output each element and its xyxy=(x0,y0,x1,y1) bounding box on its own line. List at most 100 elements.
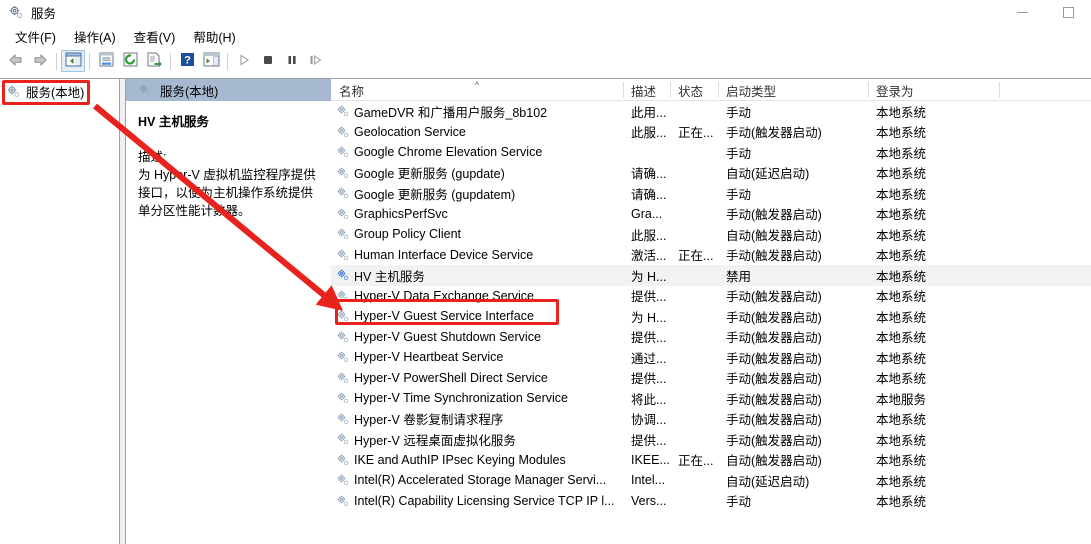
show-hide-tree-button[interactable] xyxy=(61,50,85,72)
table-row[interactable]: Google 更新服务 (gupdate) 请确... 自动(延迟启动) 本地系统 xyxy=(331,163,1091,184)
pause-service-button[interactable] xyxy=(280,50,304,72)
table-row[interactable]: Google 更新服务 (gupdatem) 请确... 手动 本地系统 xyxy=(331,183,1091,204)
table-row[interactable]: Hyper-V Time Synchronization Service 将此..… xyxy=(331,388,1091,409)
details-header-label: 服务(本地) xyxy=(160,84,219,99)
column-name-label: 名称 xyxy=(339,84,365,99)
column-status[interactable]: 状态 xyxy=(670,79,718,101)
menu-help[interactable]: 帮助(H) xyxy=(184,25,244,48)
console-tree-pane: 服务(本地) xyxy=(0,78,120,544)
start-service-button[interactable] xyxy=(232,50,256,72)
cell-log-on-as: 本地系统 xyxy=(876,228,927,243)
service-name-text: Google 更新服务 (gupdatem) xyxy=(354,187,516,202)
maximize-button[interactable] xyxy=(1045,0,1091,24)
table-row[interactable]: Google Chrome Elevation Service 手动 本地系统 xyxy=(331,142,1091,163)
cell-status: 正在... xyxy=(678,126,714,141)
table-row[interactable]: GameDVR 和广播用户服务_8b102 此用... 手动 本地系统 xyxy=(331,101,1091,122)
stop-service-button[interactable] xyxy=(256,50,280,72)
cell-description: 提供... xyxy=(631,433,667,448)
table-row[interactable]: Hyper-V PowerShell Direct Service 提供... 手动… xyxy=(331,368,1091,389)
list-body[interactable]: GameDVR 和广播用户服务_8b102 此用... 手动 本地系统 Geolocat… xyxy=(331,101,1091,544)
cell-startup-type: 手动(触发器启动) xyxy=(726,392,822,407)
table-row[interactable]: Intel(R) Accelerated Storage Manager Ser… xyxy=(331,470,1091,491)
back-icon xyxy=(7,52,25,71)
show-action-pane-button[interactable] xyxy=(199,50,223,72)
cell-log-on-as: 本地系统 xyxy=(876,249,927,264)
table-row[interactable]: Hyper-V 远程桌面虚拟化服务 提供... 手动(触发器启动) 本地系统 xyxy=(331,429,1091,450)
column-name[interactable]: 名称 ^ xyxy=(331,79,623,101)
table-row[interactable]: Hyper-V Guest Shutdown Service 提供... 手动(触发… xyxy=(331,327,1091,348)
selected-service-title: HV 主机服务 xyxy=(138,115,209,129)
service-name-text: Hyper-V PowerShell Direct Service xyxy=(354,370,548,385)
service-name-text: GameDVR 和广播用户服务_8b102 xyxy=(354,105,548,120)
refresh-button[interactable] xyxy=(118,50,142,72)
cell-description: 此服... xyxy=(631,228,667,243)
toolbar-separator-4 xyxy=(227,52,228,70)
menu-bar: 文件(F) 操作(A) 查看(V) 帮助(H) xyxy=(0,24,1091,48)
table-row[interactable]: Hyper-V Guest Service Interface 为 H... 手动(… xyxy=(331,306,1091,327)
column-startup-type-label: 启动类型 xyxy=(726,84,777,99)
properties-button[interactable] xyxy=(94,50,118,72)
cell-startup-type: 自动(触发器启动) xyxy=(726,228,822,243)
cell-description: Intel... xyxy=(631,473,666,488)
column-log-on-as[interactable]: 登录为 xyxy=(868,79,999,101)
cell-description: 请确... xyxy=(631,187,667,202)
services-window: 服务 文件(F) 操作(A) 查看(V) 帮助(H) ? 服务(本地) 服务(本… xyxy=(0,0,1091,544)
cell-log-on-as: 本地系统 xyxy=(876,433,927,448)
minimize-button[interactable] xyxy=(999,0,1045,24)
column-status-label: 状态 xyxy=(678,84,704,99)
restart-service-button[interactable] xyxy=(304,50,328,72)
table-row[interactable]: HV 主机服务 为 H... 禁用 本地系统 xyxy=(331,265,1091,286)
cell-log-on-as: 本地系统 xyxy=(876,372,927,387)
cell-name: Google 更新服务 (gupdate) xyxy=(331,163,623,182)
cell-startup-type: 自动(延迟启动) xyxy=(726,474,810,489)
cell-name: Hyper-V Heartbeat Service xyxy=(331,350,623,364)
cell-name: Hyper-V PowerShell Direct Service xyxy=(331,371,623,385)
table-row[interactable]: Hyper-V 卷影复制请求程序 协调... 手动(触发器启动) 本地系统 xyxy=(331,409,1091,430)
cell-name: Intel(R) Capability Licensing Service TC… xyxy=(331,494,623,508)
menu-file[interactable]: 文件(F) xyxy=(6,25,65,48)
cell-log-on-as: 本地系统 xyxy=(876,126,927,141)
table-row[interactable]: Intel(R) Capability Licensing Service TC… xyxy=(331,491,1091,512)
table-row[interactable]: IKE and AuthIP IPsec Keying Modules IKEE.… xyxy=(331,450,1091,471)
table-row[interactable]: Group Policy Client 此服... 自动(触发器启动) 本地系统 xyxy=(331,224,1091,245)
column-startup-type[interactable]: 启动类型 xyxy=(718,79,868,101)
cell-description: 通过... xyxy=(631,351,667,366)
cell-name: Hyper-V 远程桌面虚拟化服务 xyxy=(331,430,623,449)
table-row[interactable]: Hyper-V Data Exchange Service 提供... 手动(触发器… xyxy=(331,286,1091,307)
cell-startup-type: 手动(触发器启动) xyxy=(726,249,822,264)
menu-action[interactable]: 操作(A) xyxy=(65,25,125,48)
menu-view[interactable]: 查看(V) xyxy=(125,25,185,48)
main-split: 服务(本地) 服务(本地) HV 主机服务 描述: 为 Hyper-V 虚拟机监… xyxy=(0,78,1091,544)
maximize-icon xyxy=(1062,6,1074,18)
service-details-panel: 服务(本地) HV 主机服务 描述: 为 Hyper-V 虚拟机监控程序提供接口… xyxy=(126,79,331,544)
cell-startup-type: 手动(触发器启动) xyxy=(726,310,822,325)
description-label: 描述: xyxy=(138,150,167,164)
cell-status: 正在... xyxy=(678,249,714,264)
details-header: 服务(本地) xyxy=(126,79,331,101)
column-description-label: 描述 xyxy=(631,84,657,99)
export-list-button[interactable] xyxy=(142,50,166,72)
cell-log-on-as: 本地系统 xyxy=(876,105,927,120)
column-description[interactable]: 描述 xyxy=(623,79,670,101)
forward-icon xyxy=(31,52,49,71)
back-button[interactable] xyxy=(4,50,28,72)
title-bar: 服务 xyxy=(0,0,1091,24)
window-title: 服务 xyxy=(31,6,57,21)
cell-description: 提供... xyxy=(631,331,667,346)
restart-icon xyxy=(308,53,324,70)
table-row[interactable]: Geolocation Service 此服... 正在... 手动(触发器启动) 本地… xyxy=(331,122,1091,143)
tree-item-services-local[interactable]: 服务(本地) xyxy=(0,82,119,101)
cell-log-on-as: 本地系统 xyxy=(876,495,927,510)
cell-startup-type: 手动(触发器启动) xyxy=(726,372,822,387)
cell-startup-type: 手动 xyxy=(726,187,752,202)
forward-button[interactable] xyxy=(28,50,52,72)
cell-log-on-as: 本地系统 xyxy=(876,146,927,161)
column-filler[interactable] xyxy=(999,79,1087,101)
table-row[interactable]: Human Interface Device Service 激活... 正在...… xyxy=(331,245,1091,266)
table-row[interactable]: Hyper-V Heartbeat Service 通过... 手动(触发器启动) 本… xyxy=(331,347,1091,368)
cell-startup-type: 手动 xyxy=(726,105,752,120)
cell-log-on-as: 本地系统 xyxy=(876,474,927,489)
cell-startup-type: 手动(触发器启动) xyxy=(726,331,822,346)
help-button[interactable]: ? xyxy=(175,50,199,72)
table-row[interactable]: GraphicsPerfSvc Gra... 手动(触发器启动) 本地系统 xyxy=(331,204,1091,225)
